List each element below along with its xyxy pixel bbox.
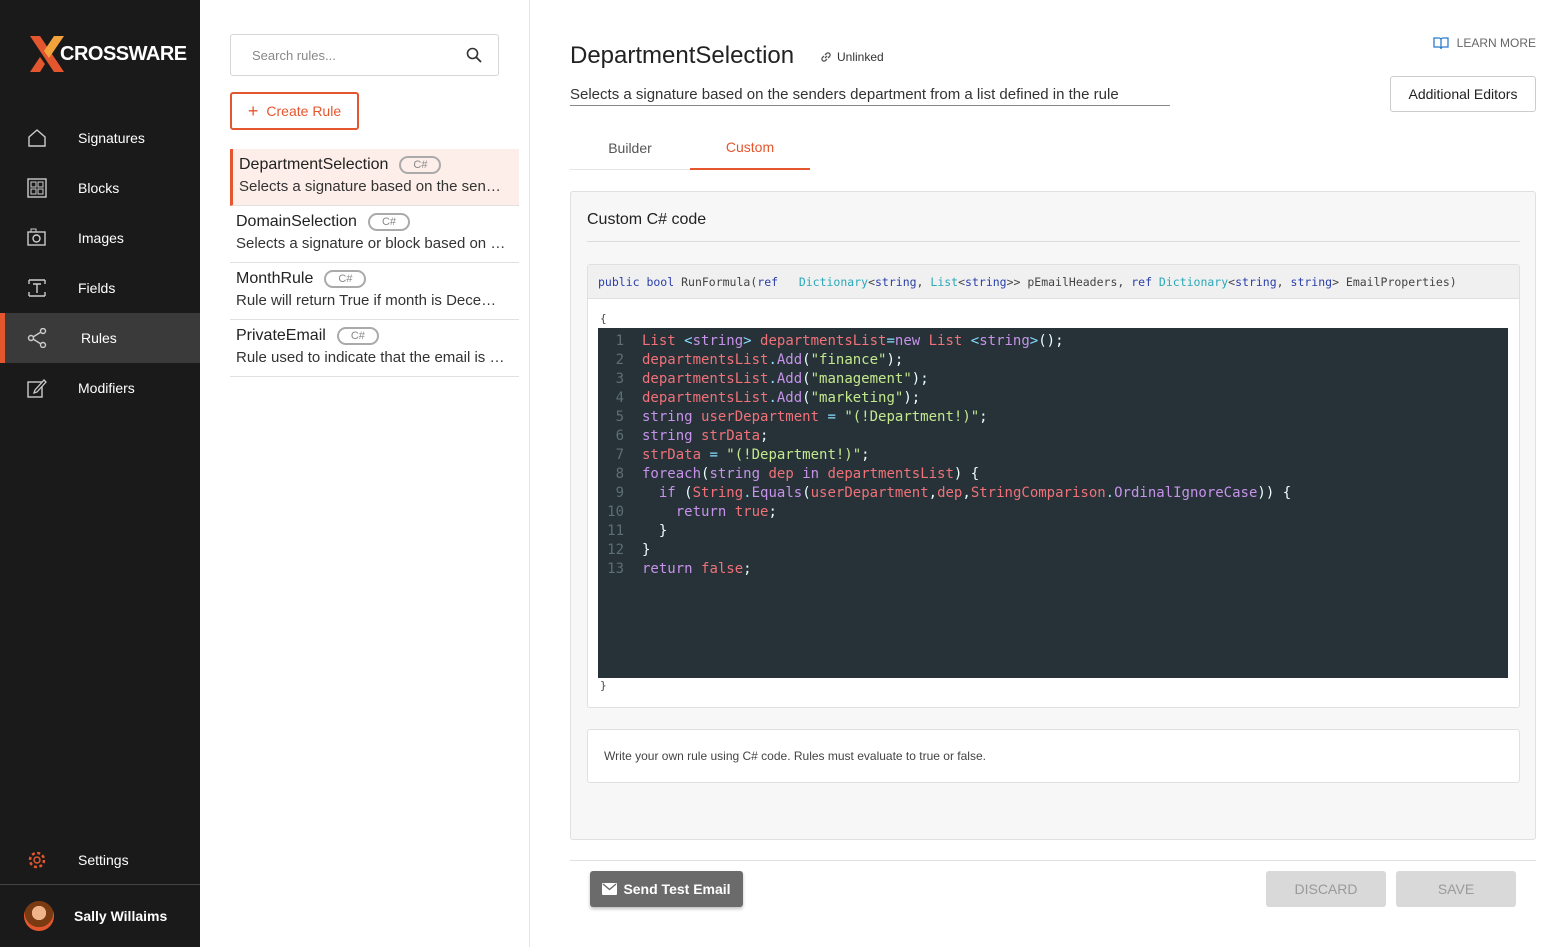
send-test-email-button[interactable]: Send Test Email <box>590 871 743 907</box>
rule-description: Selects a signature or block based on do… <box>236 235 506 252</box>
code-editor[interactable]: 1 List < string > departmentsList = new List … <box>598 328 1508 678</box>
rule-name: DepartmentSelection <box>239 156 389 173</box>
nav-label-blocks: Blocks <box>78 180 120 196</box>
settings-label: Settings <box>78 852 129 868</box>
nav-item-signatures[interactable]: Signatures <box>0 113 200 163</box>
create-rule-label: Create Rule <box>266 103 342 119</box>
code-box: public bool RunFormula(ref Dictionary<st… <box>587 264 1520 708</box>
discard-button[interactable]: DISCARD <box>1266 871 1386 907</box>
nav-label-signatures: Signatures <box>78 130 145 146</box>
link-status-label: Unlinked <box>837 50 884 64</box>
search-input[interactable] <box>252 47 452 63</box>
modifiers-icon <box>26 377 48 399</box>
nav-item-images[interactable]: Images <box>0 213 200 263</box>
rules-list-panel: + Create Rule DepartmentSelection C# Sele… <box>200 0 530 947</box>
crossware-x-icon <box>30 36 64 72</box>
rule-editor: DepartmentSelection Unlinked LEARN MORE … <box>570 0 1536 947</box>
crossware-logo[interactable]: CROSSWARE <box>30 34 187 74</box>
blocks-icon <box>26 177 48 199</box>
logo-text: CROSSWARE <box>60 42 187 65</box>
page-title: DepartmentSelection <box>570 42 795 69</box>
rule-description: Selects a signature based on the senders… <box>239 178 509 195</box>
language-badge: C# <box>399 156 442 174</box>
tab-custom[interactable]: Custom <box>690 126 810 170</box>
list-item[interactable]: PrivateEmail C# Rule used to indicate tha… <box>230 320 519 377</box>
plus-icon: + <box>247 101 259 121</box>
rule-name: MonthRule <box>236 270 314 287</box>
rule-name: PrivateEmail <box>236 327 326 344</box>
nav-item-settings[interactable]: Settings <box>0 835 200 885</box>
nav-label-images: Images <box>78 230 124 246</box>
user-name: Sally Willaims <box>74 908 168 924</box>
nav-item-fields[interactable]: Fields <box>0 263 200 313</box>
language-badge: C# <box>367 213 411 231</box>
open-brace: { <box>600 312 607 325</box>
tab-bar: Builder Custom <box>570 126 810 170</box>
link-icon <box>821 52 831 62</box>
divider <box>587 241 1520 242</box>
close-brace: } <box>600 679 607 692</box>
list-item[interactable]: DomainSelection C# Selects a signature or… <box>230 206 519 263</box>
language-badge: C# <box>336 327 379 345</box>
sidebar: CROSSWARE Signatures Blocks Images Field… <box>0 0 200 947</box>
rule-description: Rule used to indicate that the email is … <box>236 349 506 366</box>
fields-icon <box>26 277 48 299</box>
nav-label-rules: Rules <box>81 330 117 346</box>
list-item[interactable]: MonthRule C# Rule will return True if mon… <box>230 263 519 320</box>
rule-list: DepartmentSelection C# Selects a signatur… <box>230 149 519 377</box>
learn-more-link[interactable]: LEARN MORE <box>1432 36 1536 50</box>
custom-code-card: Custom C# code public bool RunFormula(re… <box>570 191 1536 840</box>
method-signature: public bool RunFormula(ref Dictionary<st… <box>588 265 1519 299</box>
main-nav: Signatures Blocks Images Fields Rules Mo… <box>0 113 200 413</box>
card-title: Custom C# code <box>587 211 707 228</box>
footer-divider <box>570 860 1536 861</box>
user-profile[interactable]: Sally Willaims <box>0 884 200 947</box>
gear-icon <box>26 849 48 871</box>
tab-builder[interactable]: Builder <box>570 126 690 170</box>
mail-icon <box>602 883 618 895</box>
link-status: Unlinked <box>820 50 884 64</box>
nav-item-modifiers[interactable]: Modifiers <box>0 363 200 413</box>
images-icon <box>26 227 48 249</box>
book-icon <box>1432 36 1449 49</box>
nav-label-modifiers: Modifiers <box>78 380 135 396</box>
send-test-label: Send Test Email <box>623 881 731 897</box>
list-item[interactable]: DepartmentSelection C# Selects a signatur… <box>230 149 519 206</box>
rule-description-field[interactable]: Selects a signature based on the senders… <box>570 86 1170 106</box>
rule-name: DomainSelection <box>236 213 357 230</box>
additional-editors-button[interactable]: Additional Editors <box>1390 76 1536 112</box>
nav-item-rules[interactable]: Rules <box>0 313 200 363</box>
search-box <box>230 34 499 76</box>
search-icon[interactable] <box>466 47 482 63</box>
avatar <box>24 901 54 931</box>
nav-label-fields: Fields <box>78 280 116 296</box>
rules-icon <box>26 327 48 349</box>
language-badge: C# <box>324 270 367 288</box>
create-rule-button[interactable]: + Create Rule <box>230 92 359 130</box>
learn-more-label: LEARN MORE <box>1456 36 1536 50</box>
rule-description: Rule will return True if month is Decemb… <box>236 292 506 309</box>
help-text: Write your own rule using C# code. Rules… <box>587 729 1520 783</box>
home-icon <box>26 127 48 149</box>
save-button[interactable]: SAVE <box>1396 871 1516 907</box>
nav-item-blocks[interactable]: Blocks <box>0 163 200 213</box>
